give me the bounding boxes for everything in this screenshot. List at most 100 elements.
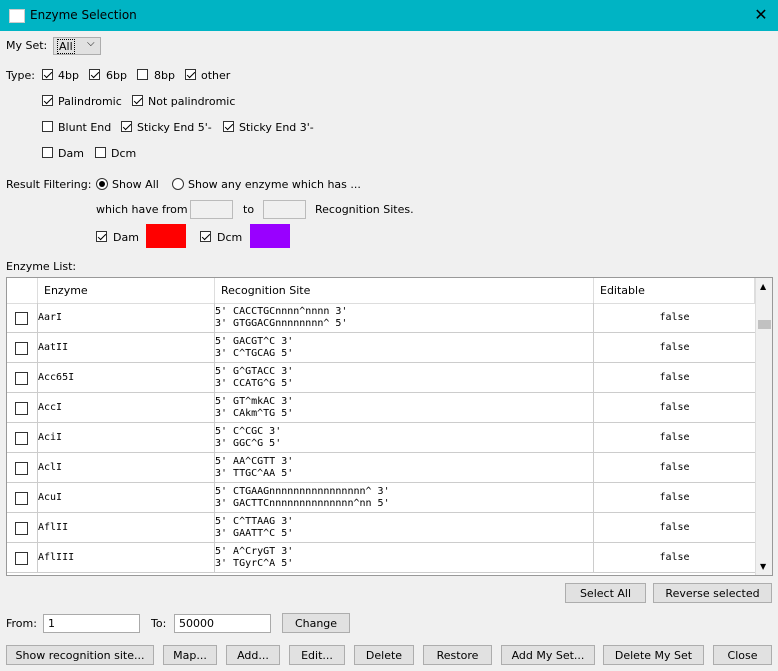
- title-bar: Enzyme Selection ✕: [0, 0, 778, 31]
- to-value: 50000: [179, 617, 214, 630]
- checkbox-8bp-label: 8bp: [154, 69, 175, 82]
- radio-show-all[interactable]: [96, 178, 108, 190]
- map-button[interactable]: Map...: [163, 645, 217, 665]
- column-header-select[interactable]: [7, 278, 38, 303]
- window-title: Enzyme Selection: [30, 8, 137, 22]
- close-icon[interactable]: ✕: [750, 5, 772, 25]
- recognition-site-bottom-strand: 3' GTGGACGnnnnnnnn^ 5': [215, 318, 348, 329]
- recognition-site-top-strand: 5' C^TTAAG 3': [215, 516, 294, 527]
- row-checkbox[interactable]: [15, 432, 28, 445]
- recognition-site-top-strand: 5' A^CryGT 3': [215, 546, 294, 557]
- column-header-editable[interactable]: Editable: [594, 278, 755, 303]
- restore-button[interactable]: Restore: [423, 645, 492, 665]
- recognition-site-bottom-strand: 3' C^TGCAG 5': [215, 348, 294, 359]
- row-checkbox[interactable]: [15, 402, 28, 415]
- delete-button[interactable]: Delete: [354, 645, 414, 665]
- editable-cell: false: [594, 483, 755, 513]
- my-set-select[interactable]: All ⌵: [53, 37, 101, 55]
- checkbox-dcm[interactable]: [95, 147, 106, 158]
- checkbox-filter-dam[interactable]: [96, 231, 107, 242]
- row-select-cell: [7, 543, 38, 573]
- table-row[interactable]: AatII 5' GACGT^C 3' 3' C^TGCAG 5' false: [7, 333, 755, 363]
- from-input[interactable]: 1: [43, 614, 140, 633]
- editable-value: false: [659, 372, 690, 383]
- editable-cell: false: [594, 333, 755, 363]
- enzyme-name-cell: AcuI: [38, 483, 215, 513]
- checkbox-palindromic[interactable]: [42, 95, 53, 106]
- checkbox-sticky-end-3[interactable]: [223, 121, 234, 132]
- checkbox-dam[interactable]: [42, 147, 53, 158]
- add-button[interactable]: Add...: [226, 645, 280, 665]
- enzyme-name: AccI: [38, 402, 63, 413]
- table-row[interactable]: AclI 5' AA^CGTT 3' 3' TTGC^AA 5' false: [7, 453, 755, 483]
- checkbox-8bp[interactable]: [137, 69, 148, 80]
- add-my-set-button[interactable]: Add My Set...: [501, 645, 595, 665]
- row-checkbox[interactable]: [15, 462, 28, 475]
- recognition-site-cell: 5' C^TTAAG 3' 3' GAATT^C 5': [215, 513, 594, 543]
- enzyme-name-cell: AarI: [38, 303, 215, 333]
- to-input[interactable]: 50000: [174, 614, 271, 633]
- select-all-button[interactable]: Select All: [565, 583, 646, 603]
- table-scrollbar[interactable]: ▲ ▼: [755, 278, 772, 575]
- row-checkbox[interactable]: [15, 492, 28, 505]
- scroll-up-icon[interactable]: ▲: [760, 282, 766, 291]
- scrollbar-thumb[interactable]: [758, 320, 771, 329]
- sites-from-input[interactable]: [190, 200, 233, 219]
- column-header-enzyme[interactable]: Enzyme: [38, 278, 215, 303]
- delete-my-set-button[interactable]: Delete My Set: [603, 645, 704, 665]
- checkbox-other[interactable]: [185, 69, 196, 80]
- close-button[interactable]: Close: [713, 645, 772, 665]
- recognition-site-cell: 5' GT^mkAC 3' 3' CAkm^TG 5': [215, 393, 594, 423]
- row-select-cell: [7, 333, 38, 363]
- checkbox-4bp[interactable]: [42, 69, 53, 80]
- row-checkbox[interactable]: [15, 372, 28, 385]
- enzyme-list-label: Enzyme List:: [6, 260, 77, 273]
- show-recognition-site-button[interactable]: Show recognition site...: [6, 645, 154, 665]
- checkbox-palindromic-label: Palindromic: [58, 95, 122, 108]
- checkbox-filter-dcm-label: Dcm: [217, 231, 243, 244]
- row-checkbox[interactable]: [15, 552, 28, 565]
- checkbox-blunt-end[interactable]: [42, 121, 53, 132]
- change-button[interactable]: Change: [282, 613, 350, 633]
- recognition-site-bottom-strand: 3' GGC^G 5': [215, 438, 282, 449]
- checkbox-6bp[interactable]: [89, 69, 100, 80]
- recognition-site-top-strand: 5' GACGT^C 3': [215, 336, 294, 347]
- checkbox-filter-dcm[interactable]: [200, 231, 211, 242]
- dam-color-swatch[interactable]: [146, 224, 186, 248]
- table-row[interactable]: AarI 5' CACCTGCnnnn^nnnn 3' 3' GTGGACGnnnn…: [7, 303, 755, 333]
- row-checkbox[interactable]: [15, 342, 28, 355]
- row-checkbox[interactable]: [15, 522, 28, 535]
- table-row[interactable]: AciI 5' C^CGC 3' 3' GGC^G 5' false: [7, 423, 755, 453]
- checkbox-not-palindromic[interactable]: [132, 95, 143, 106]
- column-header-recognition-site[interactable]: Recognition Site: [215, 278, 594, 303]
- reverse-selected-button[interactable]: Reverse selected: [653, 583, 772, 603]
- table-row[interactable]: AflIII 5' A^CryGT 3' 3' TGyrC^A 5' false: [7, 543, 755, 573]
- my-set-label: My Set:: [6, 39, 48, 52]
- enzyme-name-cell: Acc65I: [38, 363, 215, 393]
- table-row[interactable]: AccI 5' GT^mkAC 3' 3' CAkm^TG 5' false: [7, 393, 755, 423]
- enzyme-name: AflII: [38, 522, 69, 533]
- row-select-cell: [7, 453, 38, 483]
- radio-show-any[interactable]: [172, 178, 184, 190]
- row-select-cell: [7, 393, 38, 423]
- checkbox-sticky-end-5[interactable]: [121, 121, 132, 132]
- recognition-site-cell: 5' G^GTACC 3' 3' CCATG^G 5': [215, 363, 594, 393]
- checkbox-4bp-label: 4bp: [58, 69, 79, 82]
- editable-cell: false: [594, 393, 755, 423]
- table-row[interactable]: Acc65I 5' G^GTACC 3' 3' CCATG^G 5' false: [7, 363, 755, 393]
- checkbox-filter-dam-label: Dam: [113, 231, 139, 244]
- sites-to-input[interactable]: [263, 200, 306, 219]
- checkbox-other-label: other: [201, 69, 231, 82]
- recognition-site-cell: 5' A^CryGT 3' 3' TGyrC^A 5': [215, 543, 594, 573]
- table-row[interactable]: AcuI 5' CTGAAGnnnnnnnnnnnnnnnn^ 3' 3' GACT…: [7, 483, 755, 513]
- row-checkbox[interactable]: [15, 312, 28, 325]
- dcm-color-swatch[interactable]: [250, 224, 290, 248]
- checkbox-blunt-end-label: Blunt End: [58, 121, 112, 134]
- edit-button[interactable]: Edit...: [289, 645, 345, 665]
- enzyme-name: AflIII: [38, 552, 75, 563]
- recognition-site-top-strand: 5' G^GTACC 3': [215, 366, 294, 377]
- table-row[interactable]: AflII 5' C^TTAAG 3' 3' GAATT^C 5' false: [7, 513, 755, 543]
- scroll-down-icon[interactable]: ▼: [760, 562, 766, 571]
- editable-cell: false: [594, 423, 755, 453]
- my-set-value: All: [57, 39, 75, 54]
